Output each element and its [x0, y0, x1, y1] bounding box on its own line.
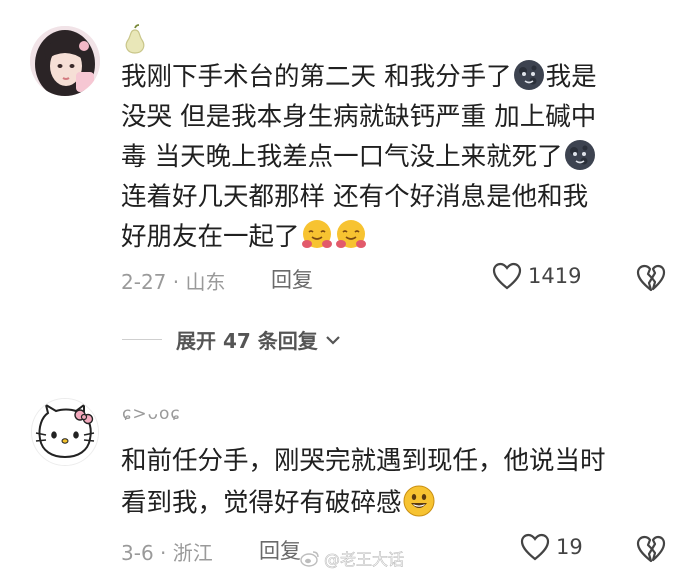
heart-icon — [492, 262, 522, 290]
comment-date-location: 2-27 · 山东 — [121, 270, 226, 294]
like-button[interactable]: 1419 — [492, 262, 581, 290]
comment-body: 和前任分手，刚哭完就遇到现任，他说当时 看到我，觉得好有破碎感 — [121, 441, 606, 525]
like-count: 19 — [556, 535, 583, 559]
comment-line-text: 毒 当天晚上我差点一口气没上来就死了 — [121, 142, 563, 172]
like-button[interactable]: 19 — [520, 533, 583, 561]
comment-line-text: 看到我，觉得好有破碎感 — [121, 488, 402, 518]
chevron-down-icon — [325, 335, 340, 345]
comment-line-text: 没哭 但是我本身生病就缺钙严重 加上碱中 — [121, 102, 597, 132]
weibo-logo-icon — [300, 551, 319, 567]
comment-line: 连着好几天都那样 还有个好消息是他和我 — [121, 177, 597, 217]
hugging-face-icon — [335, 220, 366, 248]
hello-kitty-avatar-image — [32, 399, 98, 465]
reply-button[interactable]: 回复 — [259, 535, 301, 565]
hugging-face-icon — [301, 220, 332, 248]
comment-line: 看到我，觉得好有破碎感 — [121, 483, 606, 525]
expand-replies-label: 展开 47 条回复 — [176, 329, 318, 353]
broken-heart-icon[interactable] — [636, 534, 666, 564]
comment-body: 我刚下手术台的第二天 和我分手了 我是 没哭 但是我本身生病就缺钙严重 加上碱中… — [121, 57, 597, 257]
weibo-watermark: @老王大话 — [300, 546, 404, 570]
broken-heart-icon[interactable] — [636, 263, 666, 293]
user-avatar[interactable] — [31, 398, 99, 466]
new-moon-face-icon — [513, 60, 544, 90]
comment-line: 好朋友在一起了 — [121, 217, 597, 257]
comment-line: 没哭 但是我本身生病就缺钙严重 加上碱中 — [121, 97, 597, 137]
new-moon-face-icon — [564, 140, 595, 170]
pear-badge-icon — [125, 24, 145, 54]
reply-button[interactable]: 回复 — [271, 264, 313, 294]
username[interactable]: ɕ>ᴗoɕ — [122, 404, 181, 424]
comment-line-text: 和前任分手，刚哭完就遇到现任，他说当时 — [121, 446, 606, 476]
comment-line-tail: 我是 — [545, 62, 597, 92]
comment-line-text: 好朋友在一起了 — [121, 222, 300, 252]
divider-line — [122, 338, 162, 341]
avatar-girl-image — [30, 26, 100, 96]
comment-line: 我刚下手术台的第二天 和我分手了 我是 — [121, 57, 597, 97]
watermark-text: @老王大话 — [324, 550, 405, 570]
comment-line: 和前任分手，刚哭完就遇到现任，他说当时 — [121, 441, 606, 483]
comment-line: 毒 当天晚上我差点一口气没上来就死了 — [121, 137, 597, 177]
heart-icon — [520, 533, 550, 561]
comment-line-text: 我刚下手术台的第二天 和我分手了 — [121, 62, 512, 92]
comment-line-text: 连着好几天都那样 还有个好消息是他和我 — [121, 182, 589, 212]
expand-replies-button[interactable]: 展开 47 条回复 — [122, 325, 342, 354]
user-avatar[interactable] — [30, 26, 100, 96]
grinning-face-icon — [403, 485, 435, 517]
like-count: 1419 — [528, 264, 582, 288]
comment-date-location: 3-6 · 浙江 — [121, 541, 213, 565]
